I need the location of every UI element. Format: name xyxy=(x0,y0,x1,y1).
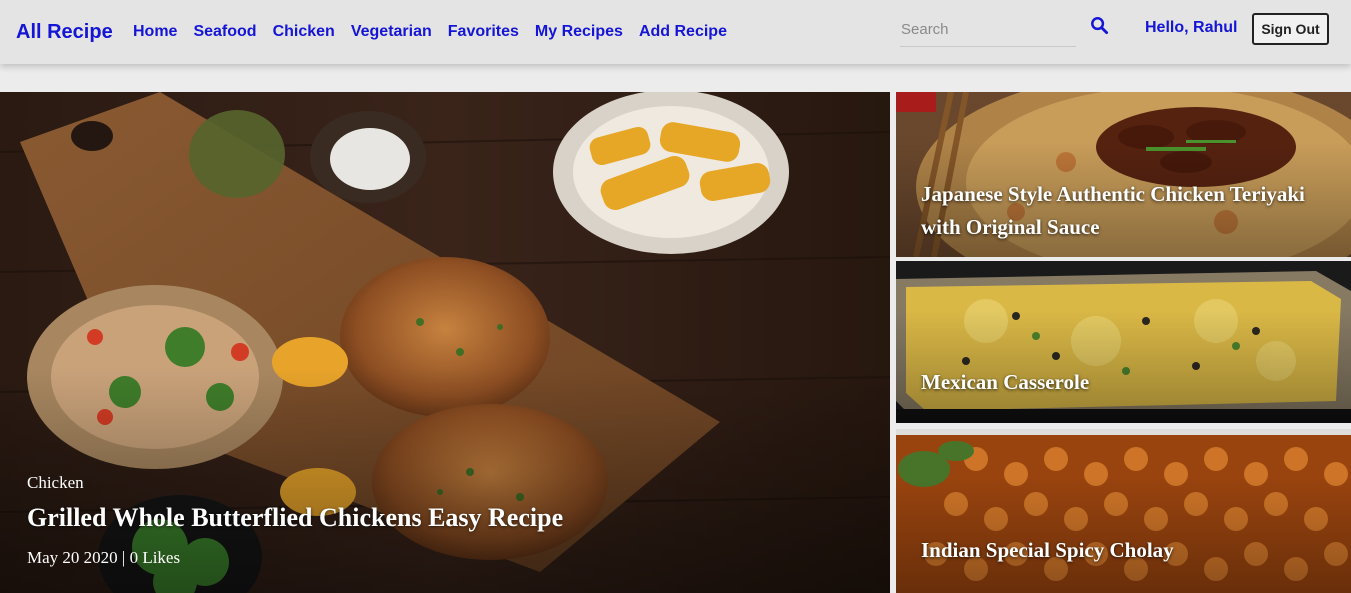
sign-out-button[interactable]: Sign Out xyxy=(1252,13,1329,45)
navbar: All Recipe Home Seafood Chicken Vegetari… xyxy=(0,0,1351,64)
cholay-overlay xyxy=(896,429,1351,593)
search-button[interactable] xyxy=(1088,16,1110,38)
recipe-card-teriyaki[interactable]: Japanese Style Authentic Chicken Teriyak… xyxy=(896,92,1351,257)
nav-link-add-recipe[interactable]: Add Recipe xyxy=(639,23,727,41)
nav-link-favorites[interactable]: Favorites xyxy=(448,23,519,41)
recipe-title-casserole[interactable]: Mexican Casserole xyxy=(921,366,1341,399)
recipe-card-cholay[interactable]: Indian Special Spicy Cholay xyxy=(896,429,1351,593)
search-field xyxy=(900,14,1076,47)
featured-recipe-card[interactable]: Chicken Grilled Whole Butterflied Chicke… xyxy=(0,92,890,593)
featured-category[interactable]: Chicken xyxy=(27,473,84,493)
recipe-card-casserole[interactable]: Mexican Casserole xyxy=(896,261,1351,423)
nav-links: Home Seafood Chicken Vegetarian Favorite… xyxy=(133,23,743,41)
nav-link-chicken[interactable]: Chicken xyxy=(273,23,335,41)
nav-link-seafood[interactable]: Seafood xyxy=(193,23,256,41)
featured-title[interactable]: Grilled Whole Butterflied Chickens Easy … xyxy=(27,503,563,533)
search-icon xyxy=(1090,17,1108,35)
recipe-title-cholay[interactable]: Indian Special Spicy Cholay xyxy=(921,534,1341,567)
nav-link-my-recipes[interactable]: My Recipes xyxy=(535,23,623,41)
search-input[interactable] xyxy=(900,14,1076,44)
brand-logo-link[interactable]: All Recipe xyxy=(16,21,113,44)
user-greeting: Hello, Rahul xyxy=(1145,19,1238,36)
nav-link-home[interactable]: Home xyxy=(133,23,177,41)
recipe-title-teriyaki[interactable]: Japanese Style Authentic Chicken Teriyak… xyxy=(921,178,1341,244)
nav-link-vegetarian[interactable]: Vegetarian xyxy=(351,23,432,41)
featured-meta: May 20 2020 | 0 Likes xyxy=(27,548,181,567)
